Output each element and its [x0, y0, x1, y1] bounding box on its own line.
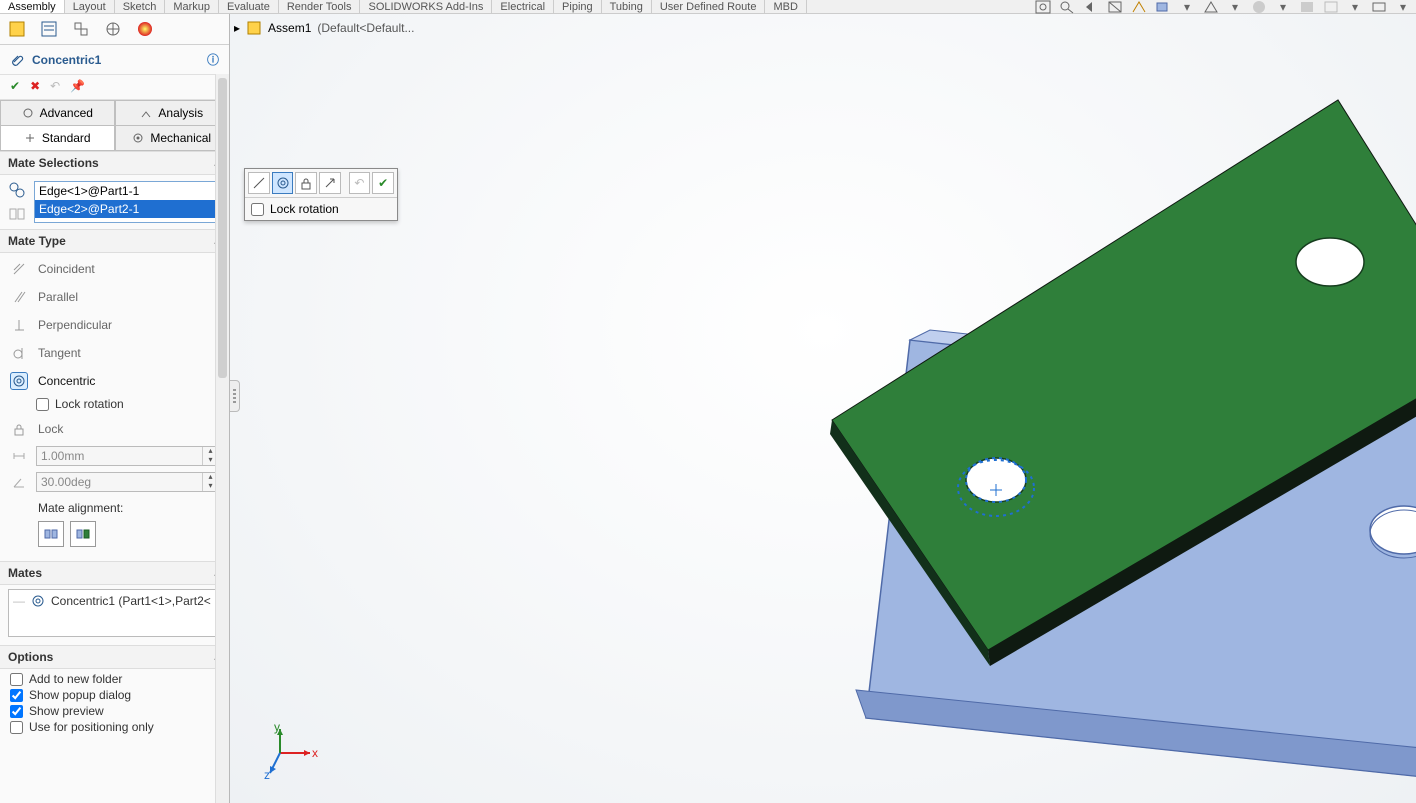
opt-add-folder[interactable]	[10, 673, 23, 686]
tangent-icon	[10, 344, 28, 362]
panel-splitter[interactable]	[230, 380, 240, 412]
opt-positioning[interactable]	[10, 721, 23, 734]
ribbon-tab-user-route[interactable]: User Defined Route	[652, 0, 766, 13]
mate-coincident[interactable]: Coincident	[0, 255, 229, 283]
ribbon-tabs: Assembly Layout Sketch Markup Evaluate R…	[0, 0, 1416, 14]
feature-title-text: Concentric1	[32, 53, 101, 67]
ok-button[interactable]: ✔	[10, 79, 20, 93]
opt-add-folder-label: Add to new folder	[29, 672, 122, 686]
view-toolbar: ▾ ▾ ▾ ▾ ▾	[1034, 0, 1412, 14]
ribbon-tab-electrical[interactable]: Electrical	[492, 0, 554, 13]
zoom-area-icon[interactable]	[1058, 0, 1076, 14]
perpendicular-icon	[10, 316, 28, 334]
mate-selections-list[interactable]: Edge<1>@Part1-1 Edge<2>@Part2-1	[34, 181, 221, 223]
opt-preview-label: Show preview	[29, 704, 104, 718]
svg-text:z: z	[264, 768, 270, 782]
feature-manager-tab-icon[interactable]	[6, 18, 28, 40]
viewport-layout-icon[interactable]	[1370, 0, 1388, 14]
mate-type-header: Mate Type	[8, 234, 66, 248]
ribbon-tab-addins[interactable]: SOLIDWORKS Add-Ins	[360, 0, 492, 13]
ribbon-tab-tubing[interactable]: Tubing	[602, 0, 652, 13]
tab-advanced[interactable]: Advanced	[0, 100, 115, 126]
ribbon-tab-mbd[interactable]: MBD	[765, 0, 806, 13]
paperclip-icon	[10, 53, 24, 67]
mates-header: Mates	[8, 566, 42, 580]
dropdown-4-icon[interactable]: ▾	[1346, 0, 1364, 14]
ribbon-tab-layout[interactable]: Layout	[65, 0, 115, 13]
tab-mechanical[interactable]: Mechanical	[115, 126, 230, 151]
mate-tangent[interactable]: Tangent	[0, 339, 229, 367]
selection-row-0[interactable]: Edge<1>@Part1-1	[35, 182, 220, 200]
scene-icon[interactable]	[1298, 0, 1316, 14]
mate-lock[interactable]: Lock	[0, 415, 229, 443]
opt-popup[interactable]	[10, 689, 23, 702]
mate-parallel[interactable]: Parallel	[0, 283, 229, 311]
svg-text:x: x	[312, 746, 318, 760]
coincident-icon	[10, 260, 28, 278]
entity-selection-icon[interactable]	[8, 181, 26, 199]
section-view-icon[interactable]	[1106, 0, 1124, 14]
options-header: Options	[8, 650, 53, 664]
distance-input[interactable]	[37, 447, 202, 465]
ribbon-tab-evaluate[interactable]: Evaluate	[219, 0, 279, 13]
lock-rotation-checkbox[interactable]	[36, 398, 49, 411]
parallel-icon	[10, 288, 28, 306]
ribbon-tab-assembly[interactable]: Assembly	[0, 0, 65, 13]
ribbon-tab-piping[interactable]: Piping	[554, 0, 602, 13]
previous-view-icon[interactable]	[1082, 0, 1100, 14]
config-manager-tab-icon[interactable]	[70, 18, 92, 40]
appearance-icon[interactable]	[1250, 0, 1268, 14]
mate-selections-header: Mate Selections	[8, 156, 99, 170]
selection-row-1[interactable]: Edge<2>@Part2-1	[35, 200, 220, 218]
ribbon-tab-render-tools[interactable]: Render Tools	[279, 0, 361, 13]
display-style-icon[interactable]	[1154, 0, 1172, 14]
dropdown-3-icon[interactable]: ▾	[1274, 0, 1292, 14]
concentric-icon	[10, 372, 28, 390]
graphics-viewport[interactable]: ▸ Assem1 (Default<Default... ↶ ✔ Lock ro…	[230, 14, 1416, 803]
lock-rotation-label: Lock rotation	[55, 397, 124, 411]
multi-mate-icon[interactable]	[8, 205, 26, 223]
side-scrollbar[interactable]	[215, 74, 229, 803]
hide-show-icon[interactable]	[1202, 0, 1220, 14]
property-manager-tab-icon[interactable]	[38, 18, 60, 40]
mate-concentric[interactable]: Concentric	[0, 367, 229, 395]
opt-preview[interactable]	[10, 705, 23, 718]
distance-icon	[10, 447, 28, 465]
display-manager-tab-icon[interactable]	[134, 18, 156, 40]
ribbon-tab-sketch[interactable]: Sketch	[115, 0, 166, 13]
dimxpert-tab-icon[interactable]	[102, 18, 124, 40]
align-aligned-button[interactable]	[38, 521, 64, 547]
cancel-button[interactable]: ✖	[30, 79, 40, 93]
opt-positioning-label: Use for positioning only	[29, 720, 154, 734]
mate-perpendicular[interactable]: Perpendicular	[0, 311, 229, 339]
mate-row-0[interactable]: — Concentric1 (Part1<1>,Part2<	[13, 594, 216, 608]
property-manager: Concentric1 ⓘ ✔ ✖ ↶ 📌 Advanced Analysis …	[0, 14, 230, 803]
zoom-fit-icon[interactable]	[1034, 0, 1052, 14]
dropdown-2-icon[interactable]: ▾	[1226, 0, 1244, 14]
mates-list[interactable]: — Concentric1 (Part1<1>,Part2<	[8, 589, 221, 637]
undo-icon[interactable]: ↶	[50, 79, 60, 93]
mate-alignment-label: Mate alignment:	[38, 501, 219, 515]
svg-text:y: y	[274, 723, 280, 734]
concentric-small-icon	[31, 594, 45, 608]
dynamic-annotation-icon[interactable]	[1130, 0, 1148, 14]
view-triad[interactable]: x y z	[260, 723, 320, 783]
render-icon[interactable]	[1322, 0, 1340, 14]
angle-input[interactable]	[37, 473, 202, 491]
scene-svg	[230, 14, 1416, 803]
angle-icon	[10, 473, 28, 491]
align-anti-button[interactable]	[70, 521, 96, 547]
lock-icon	[10, 420, 28, 438]
help-icon[interactable]: ⓘ	[207, 51, 219, 68]
ribbon-tab-markup[interactable]: Markup	[165, 0, 219, 13]
pushpin-icon[interactable]: 📌	[70, 79, 85, 93]
dropdown-5-icon[interactable]: ▾	[1394, 0, 1412, 14]
tab-analysis[interactable]: Analysis	[115, 100, 230, 126]
dropdown-1-icon[interactable]: ▾	[1178, 0, 1196, 14]
tab-standard[interactable]: Standard	[0, 126, 115, 151]
manager-tabs	[0, 14, 229, 45]
opt-popup-label: Show popup dialog	[29, 688, 131, 702]
